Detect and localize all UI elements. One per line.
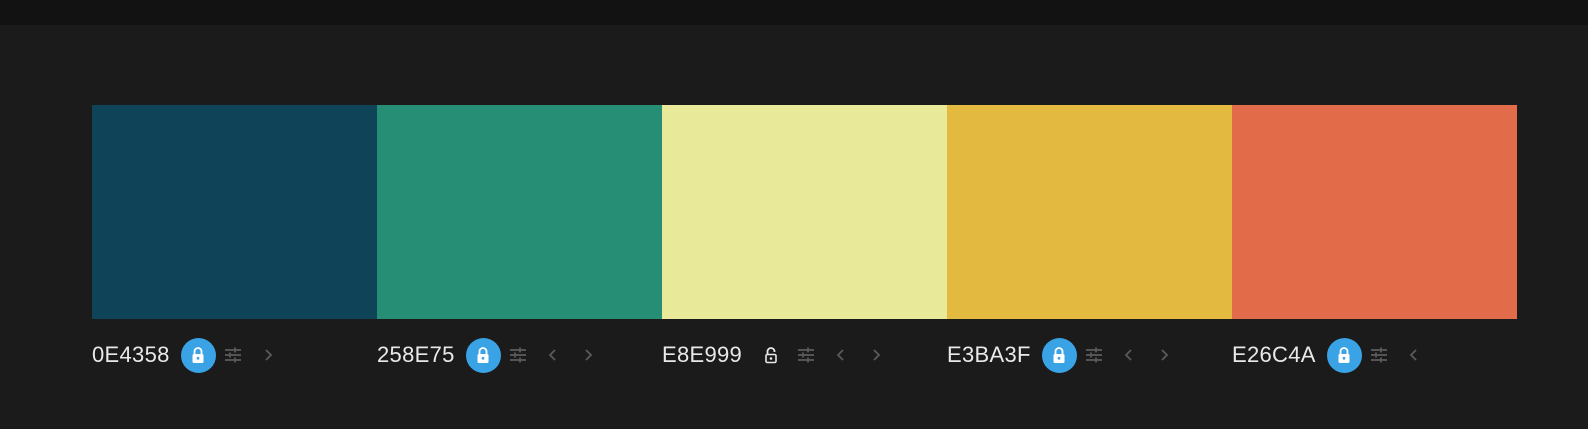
- swatch-1[interactable]: [92, 105, 377, 319]
- move-right-button[interactable]: [1147, 338, 1182, 373]
- palette-controls: 0E4358 258E75 E8E999 E3BA3F E26C4A: [92, 337, 1517, 373]
- adjust-button[interactable]: [1362, 338, 1397, 373]
- sliders-icon: [797, 347, 814, 363]
- color-controls-3: E8E999: [662, 337, 947, 373]
- hex-code[interactable]: 0E4358: [92, 342, 170, 368]
- sliders-icon: [1086, 347, 1103, 363]
- swatch-5[interactable]: [1232, 105, 1517, 319]
- chevron-left-icon: [1409, 349, 1417, 361]
- swatch-4[interactable]: [947, 105, 1232, 319]
- chevron-right-icon: [1161, 349, 1169, 361]
- palette-swatches: [92, 105, 1517, 319]
- lock-button[interactable]: [465, 337, 501, 373]
- hex-code[interactable]: E3BA3F: [947, 342, 1031, 368]
- swatch-3[interactable]: [662, 105, 947, 319]
- hex-code[interactable]: E8E999: [662, 342, 742, 368]
- lock-button[interactable]: [180, 337, 216, 373]
- top-bar: [0, 0, 1588, 25]
- sliders-icon: [225, 347, 242, 363]
- move-right-button[interactable]: [251, 338, 286, 373]
- chevron-right-icon: [585, 349, 593, 361]
- sliders-icon: [1371, 347, 1388, 363]
- lock-icon: [477, 347, 489, 363]
- swatch-2[interactable]: [377, 105, 662, 319]
- move-right-button[interactable]: [571, 338, 606, 373]
- chevron-left-icon: [548, 349, 556, 361]
- move-right-button[interactable]: [858, 338, 893, 373]
- color-controls-1: 0E4358: [92, 337, 377, 373]
- lock-icon: [192, 347, 204, 363]
- color-controls-4: E3BA3F: [947, 337, 1232, 373]
- move-left-button[interactable]: [823, 338, 858, 373]
- chevron-right-icon: [265, 349, 273, 361]
- color-controls-5: E26C4A: [1232, 337, 1517, 373]
- color-controls-2: 258E75: [377, 337, 662, 373]
- unlock-icon: [764, 347, 777, 364]
- lock-button[interactable]: [1041, 337, 1077, 373]
- chevron-left-icon: [836, 349, 844, 361]
- move-left-button[interactable]: [1112, 338, 1147, 373]
- adjust-button[interactable]: [1077, 338, 1112, 373]
- sliders-icon: [510, 347, 527, 363]
- move-left-button[interactable]: [536, 338, 571, 373]
- adjust-button[interactable]: [788, 338, 823, 373]
- hex-code[interactable]: E26C4A: [1232, 342, 1316, 368]
- adjust-button[interactable]: [216, 338, 251, 373]
- chevron-right-icon: [872, 349, 880, 361]
- lock-button[interactable]: [1326, 337, 1362, 373]
- adjust-button[interactable]: [501, 338, 536, 373]
- lock-button[interactable]: [753, 338, 788, 373]
- hex-code[interactable]: 258E75: [377, 342, 455, 368]
- lock-icon: [1053, 347, 1065, 363]
- lock-icon: [1338, 347, 1350, 363]
- move-left-button[interactable]: [1397, 338, 1432, 373]
- chevron-left-icon: [1124, 349, 1132, 361]
